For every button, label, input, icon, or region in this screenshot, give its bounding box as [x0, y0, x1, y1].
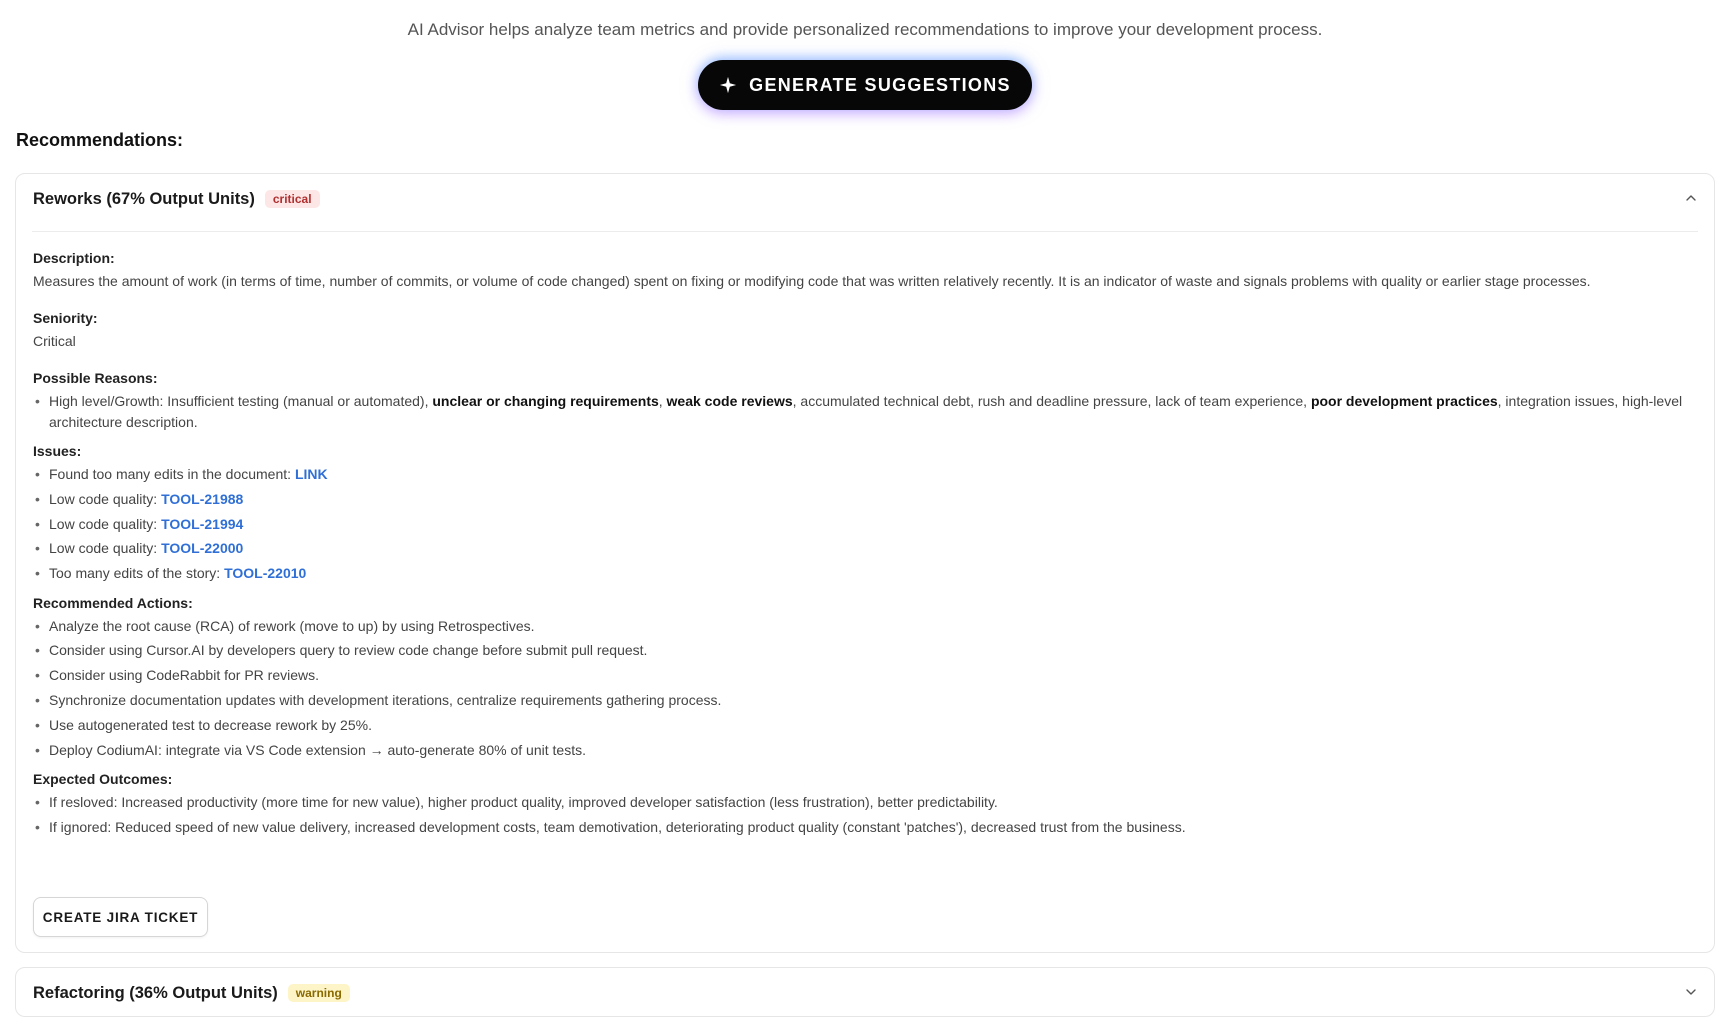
issue-text: Found too many edits in the document:: [49, 466, 295, 482]
possible-reasons-label: Possible Reasons:: [33, 370, 158, 386]
list-item: If resloved: Increased productivity (mor…: [33, 792, 1698, 813]
reason-emphasis: unclear or changing requirements: [432, 393, 659, 409]
status-badge-warning: warning: [287, 984, 350, 1002]
intro-text: AI Advisor helps analyze team metrics an…: [407, 20, 1323, 39]
recommendation-card-reworks: Reworks (67% Output Units) critical Desc…: [15, 173, 1715, 953]
list-item: Analyze the root cause (RCA) of rework (…: [33, 616, 1698, 637]
reason-text: High level/Growth: Insufficient testing …: [49, 393, 433, 409]
expected-outcomes-list: If resloved: Increased productivity (mor…: [33, 792, 1698, 837]
recommendations-title: Recommendations:: [16, 130, 184, 150]
issue-text: Low code quality:: [49, 515, 162, 532]
issues-label: Issues:: [33, 443, 82, 459]
description-text: Measures the amount of work (in terms of…: [33, 273, 1591, 289]
card-title: Refactoring (36% Output Units): [33, 983, 278, 1002]
reason-emphasis: poor development practices: [1310, 393, 1498, 409]
description-label: Description:: [33, 250, 115, 266]
list-item: Consider using Cursor.AI by developers q…: [33, 640, 1698, 661]
list-item: Low code quality: TOOL-21994: [33, 514, 1698, 535]
possible-reasons-list: High level/Growth: Insufficient testing …: [33, 391, 1698, 432]
list-item: Found too many edits in the document: LI…: [33, 464, 1698, 485]
recommended-actions-list: Analyze the root cause (RCA) of rework (…: [33, 616, 1698, 760]
issue-link[interactable]: TOOL-21988: [161, 491, 243, 507]
card-divider: [32, 231, 1698, 232]
recommendation-card-refactoring: Refactoring (36% Output Units) warning: [15, 967, 1715, 1017]
sparkle-icon: [720, 76, 737, 94]
card-body: Description: Measures the amount of work…: [33, 248, 1698, 842]
create-jira-ticket-button[interactable]: CREATE JIRA TICKET: [33, 897, 208, 937]
chevron-up-icon[interactable]: [1684, 191, 1698, 205]
issue-text: Low code quality:: [49, 540, 162, 557]
issue-text: Low code quality:: [49, 490, 162, 507]
seniority-value: Critical: [33, 333, 76, 349]
generate-suggestions-button[interactable]: GENERATE SUGGESTIONS: [698, 60, 1032, 110]
seniority-label: Seniority:: [33, 310, 98, 326]
chevron-down-icon[interactable]: [1684, 985, 1698, 999]
issue-text: Too many edits of the story:: [49, 565, 225, 582]
issues-list: Found too many edits in the document: LI…: [33, 464, 1698, 584]
issue-link[interactable]: LINK: [295, 466, 328, 482]
list-item: Deploy CodiumAI: integrate via VS Code e…: [33, 740, 1698, 761]
list-item: Too many edits of the story: TOOL-22010: [33, 563, 1698, 584]
card-header-refactoring[interactable]: Refactoring (36% Output Units) warning: [16, 968, 1714, 1018]
list-item: Low code quality: TOOL-21988: [33, 489, 1698, 510]
expected-outcomes-label: Expected Outcomes:: [33, 771, 173, 788]
list-item: Consider using CodeRabbit for PR reviews…: [33, 665, 1698, 686]
issue-link[interactable]: TOOL-21994: [161, 516, 243, 532]
issue-link[interactable]: TOOL-22010: [224, 565, 306, 581]
issue-link[interactable]: TOOL-22000: [161, 540, 243, 556]
recommended-actions-label: Recommended Actions:: [33, 594, 193, 611]
card-header-reworks[interactable]: Reworks (67% Output Units) critical: [16, 174, 1714, 224]
reason-text: , accumulated technical debt, rush and d…: [792, 393, 1311, 409]
list-item: Use autogenerated test to decrease rewor…: [33, 715, 1698, 736]
list-item: Low code quality: TOOL-22000: [33, 538, 1698, 559]
list-item: Synchronize documentation updates with d…: [33, 690, 1698, 711]
generate-suggestions-label: GENERATE SUGGESTIONS: [749, 74, 1011, 95]
status-badge-critical: critical: [264, 190, 320, 208]
list-item: If ignored: Reduced speed of new value d…: [33, 817, 1698, 838]
list-item: High level/Growth: Insufficient testing …: [33, 391, 1698, 432]
reason-emphasis: weak code reviews: [666, 393, 793, 409]
generate-button-wrapper: GENERATE SUGGESTIONS: [0, 60, 1730, 110]
reason-text: ,: [658, 393, 667, 409]
card-title: Reworks (67% Output Units): [33, 189, 255, 208]
